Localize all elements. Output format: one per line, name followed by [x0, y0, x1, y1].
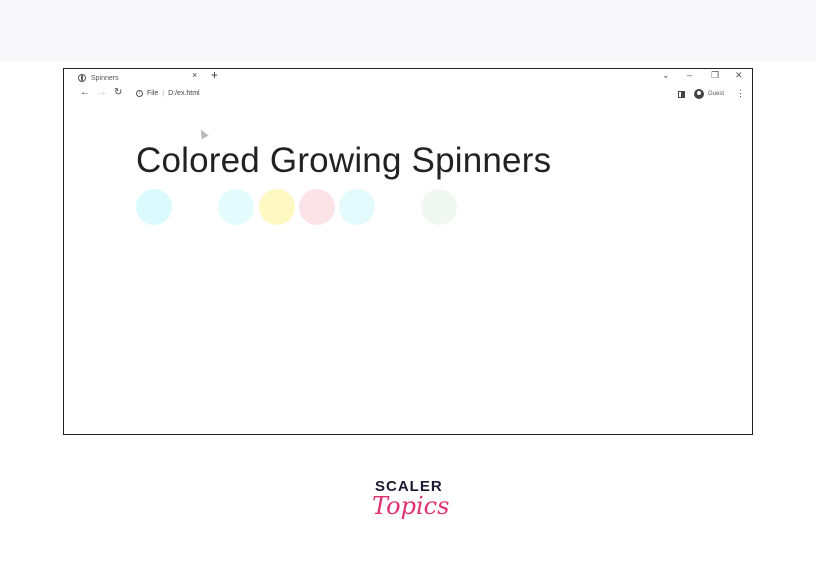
browser-toolbar: ← → ↻ i File | D:/ex.html Guest ⋮ — [64, 87, 752, 105]
spinner-2 — [218, 189, 254, 225]
spinner-3 — [259, 189, 295, 225]
scheme-label: File — [147, 90, 159, 97]
new-tab-button[interactable]: + — [211, 69, 218, 82]
tab-close-icon[interactable]: × — [192, 70, 197, 80]
spinner-6 — [421, 189, 457, 225]
side-panel-icon[interactable] — [678, 91, 685, 98]
scaler-topics-logo: SCALER Topics — [372, 478, 449, 538]
restore-button[interactable]: ❐ — [711, 70, 719, 81]
browser-menu-icon[interactable]: ⋮ — [736, 88, 745, 99]
profile-label: Guest — [708, 91, 725, 97]
back-button[interactable]: ← — [80, 87, 90, 98]
spinner-1 — [136, 189, 172, 225]
tab-search-icon[interactable]: ⌄ — [662, 70, 670, 81]
address-bar[interactable]: i File | D:/ex.html — [136, 90, 200, 97]
browser-window: Spinners × + ⌄ – ❐ ✕ ← → ↻ i File | D:/e… — [63, 68, 753, 435]
close-window-button[interactable]: ✕ — [735, 70, 743, 81]
forward-button[interactable]: → — [97, 87, 107, 98]
browser-tab[interactable]: Spinners — [78, 71, 206, 85]
mouse-cursor-icon — [197, 127, 209, 140]
reload-button[interactable]: ↻ — [114, 87, 122, 98]
site-info-icon[interactable]: i — [136, 90, 143, 97]
avatar-icon — [694, 89, 704, 99]
page-title: Colored Growing Spinners — [136, 141, 552, 180]
globe-icon — [78, 74, 86, 82]
url-text[interactable]: D:/ex.html — [168, 90, 200, 97]
spinner-5 — [339, 189, 375, 225]
minimize-button[interactable]: – — [687, 70, 692, 80]
spinner-4 — [299, 189, 335, 225]
tab-title: Spinners — [91, 74, 119, 82]
profile-button[interactable]: Guest — [694, 89, 724, 99]
top-background-band — [0, 0, 816, 62]
logo-line-topics: Topics — [372, 492, 450, 520]
address-separator: | — [162, 90, 165, 97]
